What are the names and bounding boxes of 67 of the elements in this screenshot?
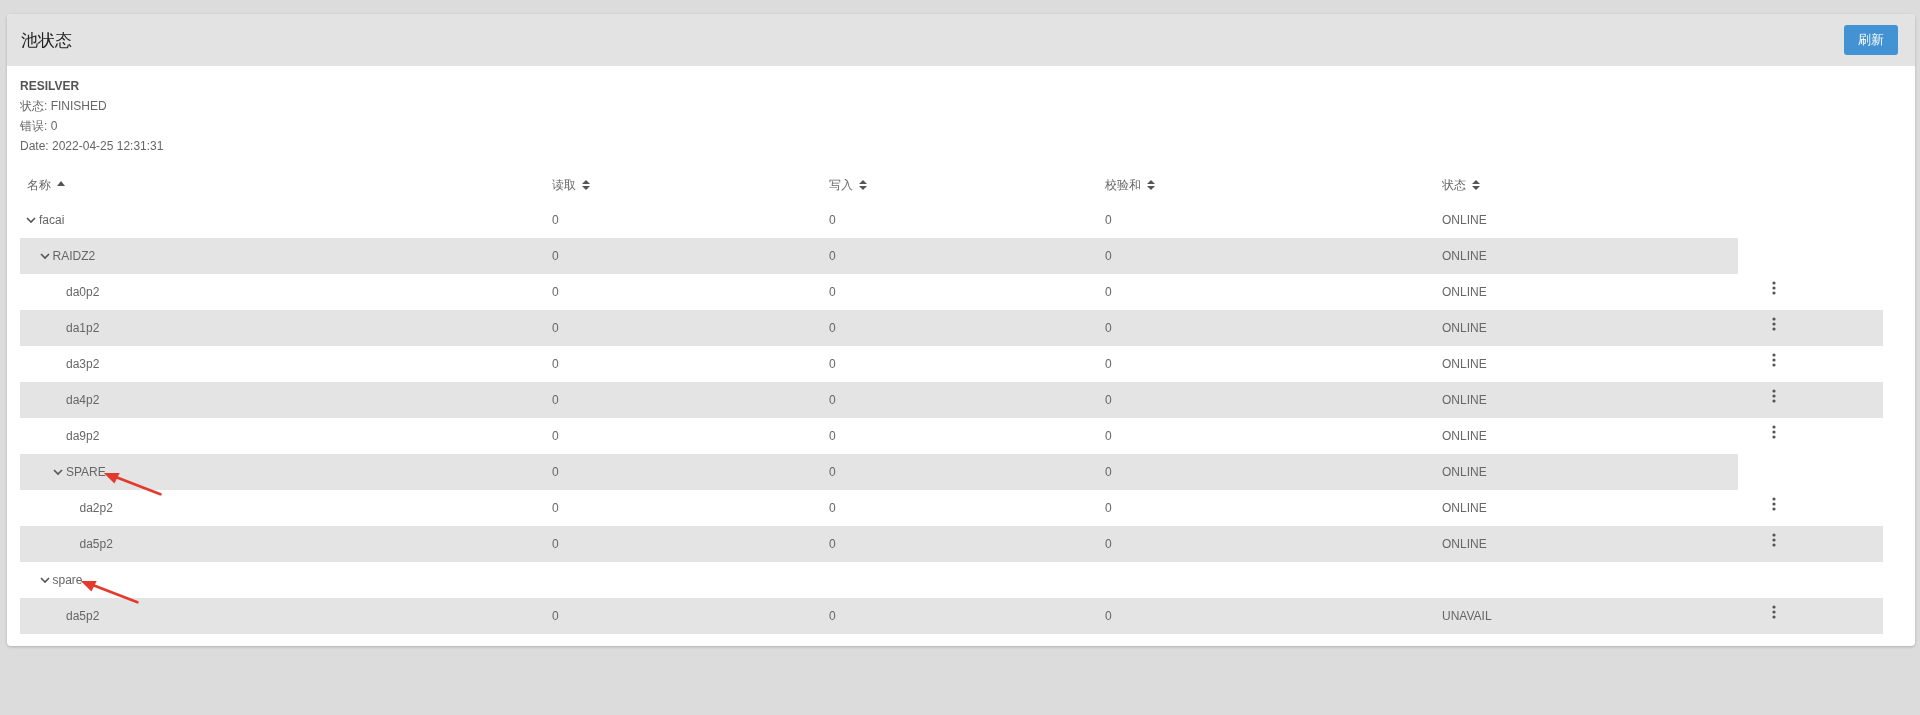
table-cell: SPARE <box>66 465 106 479</box>
column-header[interactable]: 写入 <box>829 176 853 194</box>
table-cell: 0 <box>1105 609 1112 623</box>
table-cell: 0 <box>1105 537 1112 551</box>
table-cell: 0 <box>829 609 836 623</box>
table-cell: ONLINE <box>1442 213 1487 227</box>
scan-info-text: Date: 2022-04-25 12:31:31 <box>20 138 165 155</box>
table-cell: 0 <box>1105 285 1112 299</box>
table-cell: 0 <box>829 213 836 227</box>
table-cell: 0 <box>1105 465 1112 479</box>
table-cell: 0 <box>829 501 836 515</box>
table-cell: 0 <box>1105 429 1112 443</box>
table-cell: da1p2 <box>66 321 100 335</box>
table-cell: 0 <box>552 393 559 407</box>
table-cell: ONLINE <box>1442 357 1487 371</box>
table-cell: 0 <box>1105 393 1112 407</box>
table-cell: ONLINE <box>1442 249 1487 263</box>
table-cell: 0 <box>552 213 559 227</box>
table-cell: 0 <box>552 465 559 479</box>
table-cell: da2p2 <box>79 501 113 515</box>
table-cell: ONLINE <box>1442 393 1487 407</box>
table-cell: 0 <box>552 429 559 443</box>
table-cell: 0 <box>552 357 559 371</box>
column-header[interactable]: 状态 <box>1442 176 1466 194</box>
table-cell: ONLINE <box>1442 429 1487 443</box>
column-header[interactable]: 名称 <box>27 176 51 194</box>
table-cell: ONLINE <box>1442 501 1487 515</box>
table-cell: ONLINE <box>1442 321 1487 335</box>
table-cell: 0 <box>1105 501 1112 515</box>
table-cell: da0p2 <box>66 285 100 299</box>
table-cell: da5p2 <box>66 609 100 623</box>
table-cell: 0 <box>829 357 836 371</box>
table-cell: 0 <box>552 249 559 263</box>
table-cell: da5p2 <box>79 537 113 551</box>
table-cell: 0 <box>552 537 559 551</box>
table-cell: da4p2 <box>66 393 100 407</box>
scan-info-text: 状态: FINISHED <box>20 98 108 115</box>
table-cell: 0 <box>829 285 836 299</box>
table-cell: spare <box>52 573 83 587</box>
table-cell: facai <box>39 213 65 227</box>
table-cell: 0 <box>829 465 836 479</box>
table-cell: 0 <box>1105 213 1112 227</box>
table-cell: 0 <box>829 537 836 551</box>
table-cell: 0 <box>552 321 559 335</box>
table-cell: 0 <box>829 321 836 335</box>
table-cell: 0 <box>1105 249 1112 263</box>
panel-title: 池状态 <box>21 29 72 52</box>
scan-info-text: 错误: 0 <box>20 118 59 135</box>
column-header[interactable]: 校验和 <box>1105 176 1141 194</box>
table-cell: UNAVAIL <box>1442 609 1492 623</box>
refresh-button[interactable]: 刷新 <box>1844 25 1898 55</box>
column-header[interactable]: 读取 <box>552 176 576 194</box>
table-cell: RAIDZ2 <box>52 249 96 263</box>
table-cell: 0 <box>829 429 836 443</box>
table-cell: 0 <box>1105 357 1112 371</box>
table-cell: 0 <box>829 249 836 263</box>
table-cell: ONLINE <box>1442 465 1487 479</box>
table-cell: 0 <box>552 501 559 515</box>
table-cell: ONLINE <box>1442 537 1487 551</box>
table-cell: da9p2 <box>66 429 100 443</box>
table-cell: ONLINE <box>1442 285 1487 299</box>
table-cell: da3p2 <box>66 357 100 371</box>
table-cell: 0 <box>829 393 836 407</box>
scan-title: RESILVER <box>20 78 81 95</box>
table-cell: 0 <box>552 609 559 623</box>
table-cell: 0 <box>552 285 559 299</box>
table-cell: 0 <box>1105 321 1112 335</box>
